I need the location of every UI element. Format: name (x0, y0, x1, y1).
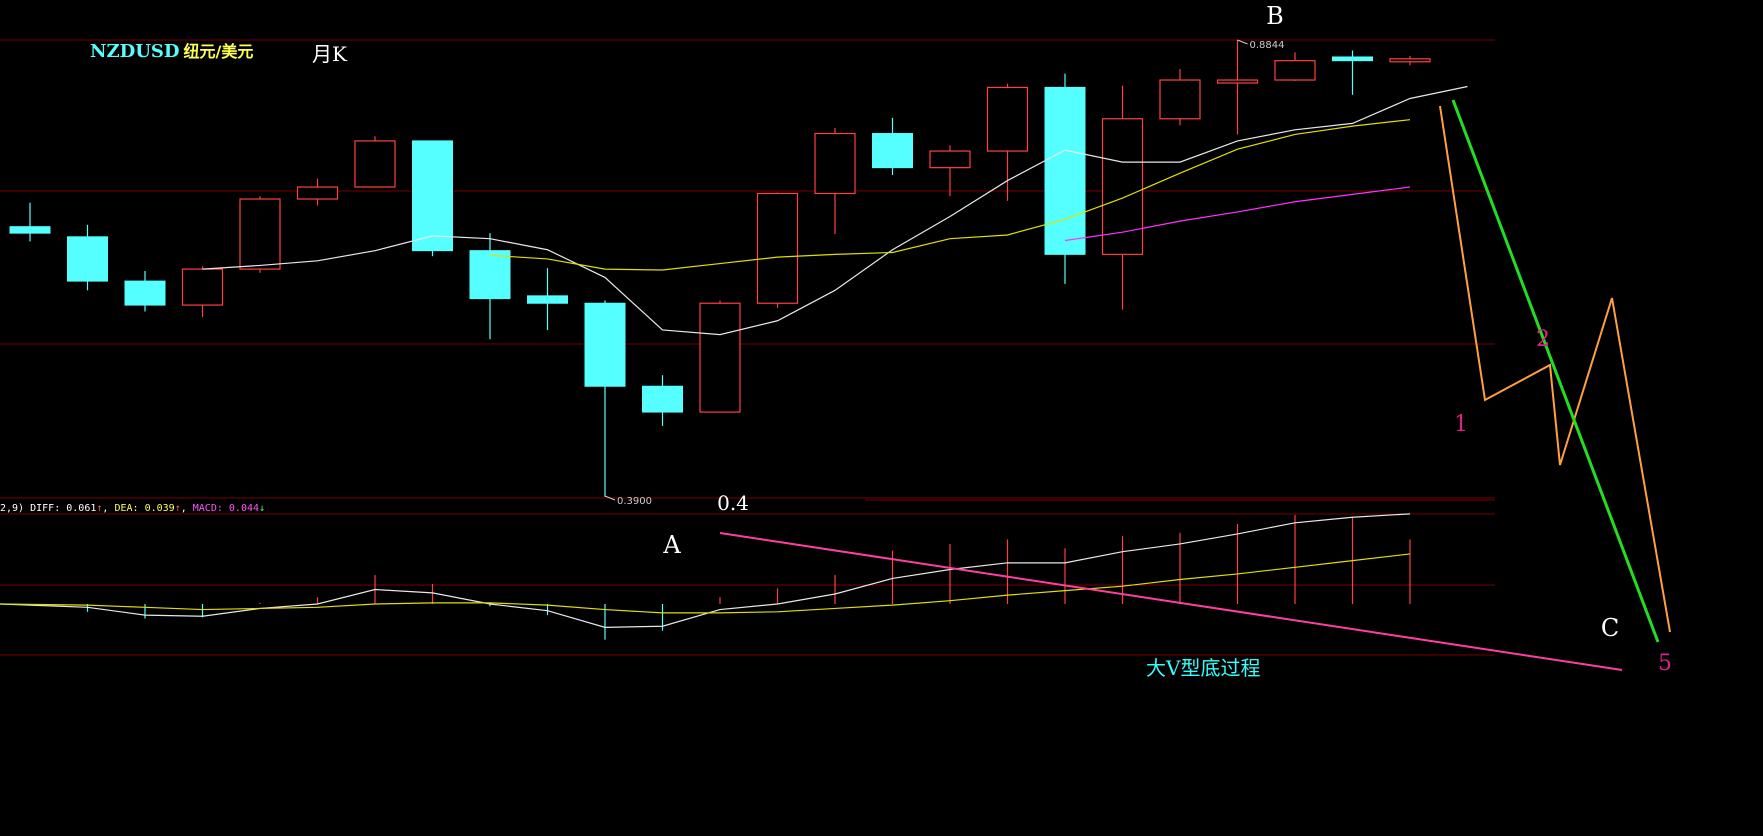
candle-body-down (872, 133, 913, 169)
candle-body-down (67, 236, 108, 282)
high-price-label: 0.8844 (1250, 40, 1285, 51)
candle-body-up (756, 192, 799, 304)
candle-body-up (1216, 79, 1259, 84)
point-b-label: B (1266, 2, 1284, 30)
macd-info-bar: 2,9) DIFF: 0.061↑, DEA: 0.039↑, MACD: 0.… (0, 503, 266, 514)
diff-value: 0.061 (66, 503, 97, 514)
candle-body-down (412, 140, 453, 252)
dea-value: 0.039 (144, 503, 175, 514)
point-c-label: C (1601, 614, 1619, 642)
pair-name-label: 纽元/美元 (183, 42, 254, 61)
dea-line (0, 553, 1411, 614)
macd-params: 2,9) (0, 503, 25, 514)
wave-2-label: 2 (1536, 327, 1550, 352)
diff-up-icon: ↑ (96, 503, 103, 514)
candle-body-up (296, 186, 339, 200)
diff-label: DIFF: (30, 503, 61, 514)
candle-body-down (469, 250, 511, 300)
wave-trend-green (1451, 99, 1660, 643)
macd-down-icon: ↓ (259, 503, 266, 514)
candle-body-down (584, 302, 626, 387)
candle-body-up (1274, 60, 1316, 81)
chart-header: NZDUSD 纽元/美元 (90, 38, 253, 62)
candle-body-up (699, 302, 741, 413)
macd-value: 0.044 (228, 503, 260, 514)
candle-body-down (1044, 86, 1086, 255)
dea-up-icon: ↑ (174, 503, 181, 514)
candle-body-up (354, 140, 396, 188)
symbol-label: NZDUSD (90, 41, 180, 62)
high-marker (1237, 39, 1248, 45)
candle-body-down (527, 295, 568, 304)
candle-body-up (1389, 58, 1431, 63)
grid-lines (0, 39, 1495, 656)
candle-body-down (1332, 56, 1373, 62)
macd-label: MACD: (192, 503, 223, 514)
wave-5-label: 5 (1658, 651, 1672, 676)
macd-panel (0, 513, 1411, 640)
dea-label: DEA: (114, 503, 139, 514)
chart-canvas: 0.8844 0.3900 B A C 0.4 1 2 5 大V型底过程 (0, 2, 1672, 680)
fib-level-label: 0.4 (717, 491, 749, 515)
caption-label: 大V型底过程 (1146, 656, 1260, 680)
candle-body-up (1159, 79, 1201, 120)
candle-body-down (9, 226, 51, 234)
candle-body-up (986, 86, 1029, 152)
candle-body-up (929, 150, 971, 169)
candlestick-series (9, 40, 1431, 497)
candle-body-up (181, 268, 224, 306)
period-label: 月K (312, 42, 347, 66)
candle-body-up (239, 198, 281, 270)
annotations: 0.8844 0.3900 B A C 0.4 1 2 5 大V型底过程 (604, 2, 1672, 680)
low-price-label: 0.3900 (617, 496, 652, 507)
candle-body-down (124, 280, 166, 306)
diff-line (0, 513, 1411, 628)
candle-body-up (814, 132, 856, 195)
point-a-label: A (662, 531, 681, 559)
wave-1-label: 1 (1454, 412, 1468, 437)
trend-line-magenta (719, 532, 1623, 671)
candle-body-down (642, 385, 683, 413)
